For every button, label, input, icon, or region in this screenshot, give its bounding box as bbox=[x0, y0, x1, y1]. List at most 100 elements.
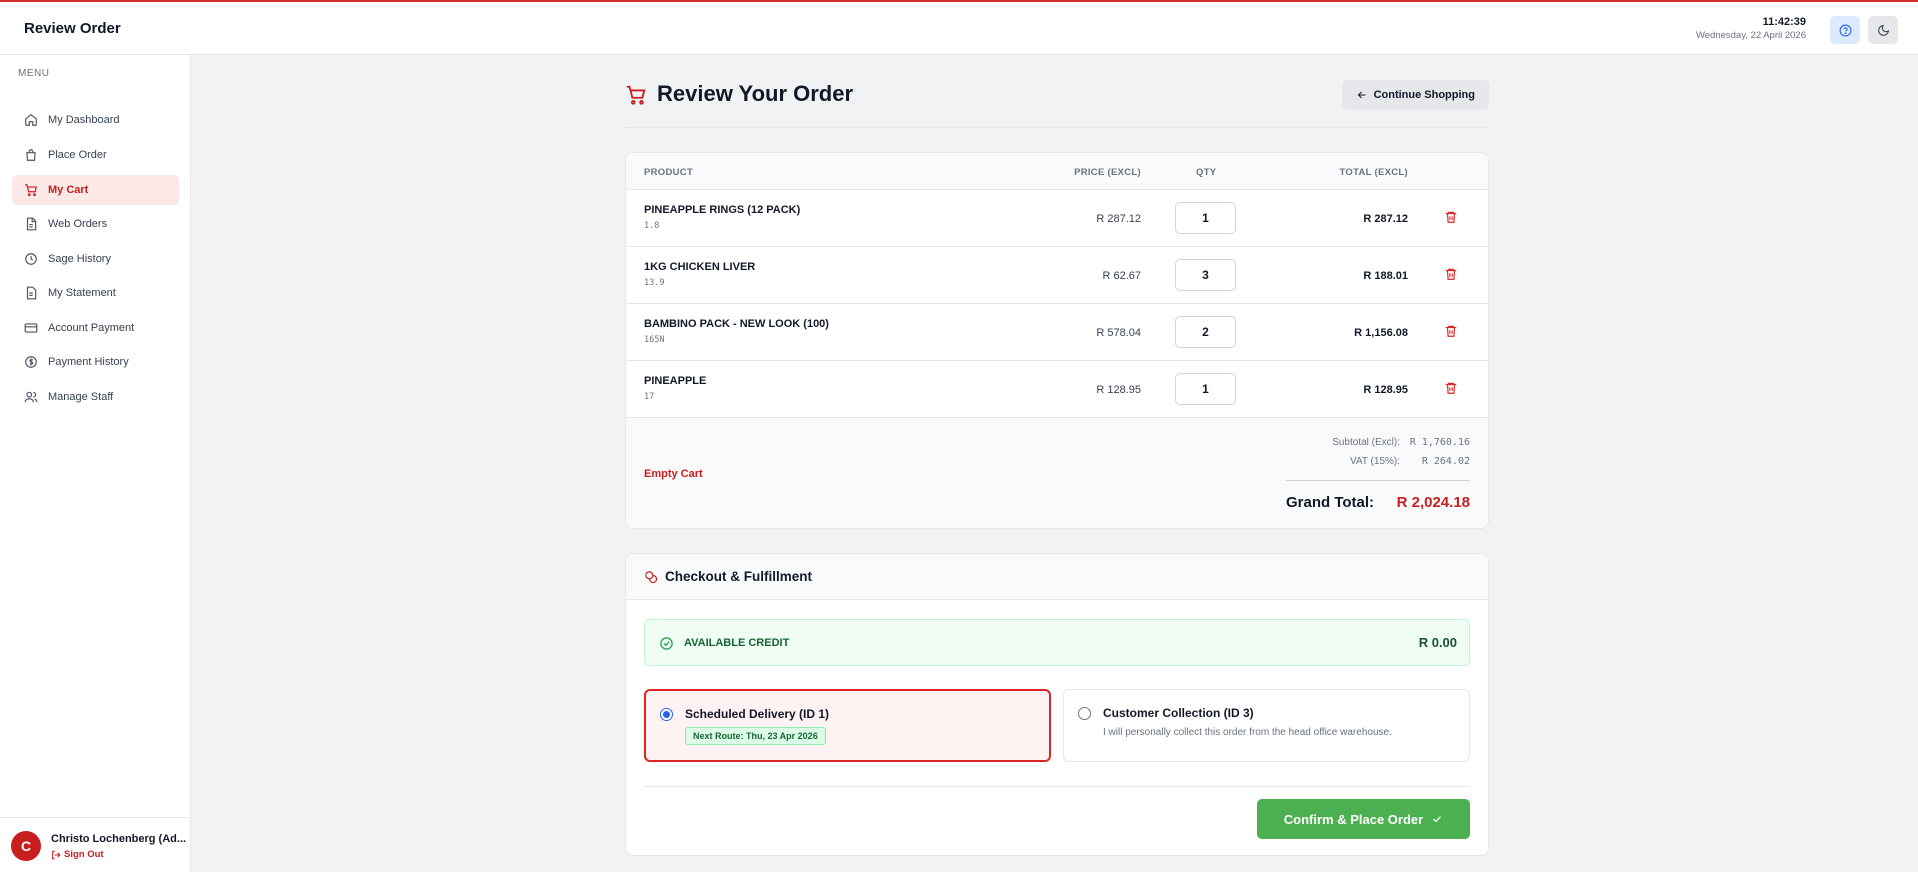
sidebar-item-account-payment[interactable]: Account Payment bbox=[12, 313, 179, 343]
option-description: I will personally collect this order fro… bbox=[1103, 727, 1392, 738]
theme-toggle-button[interactable] bbox=[1868, 16, 1898, 44]
line-total: R 128.95 bbox=[1363, 384, 1408, 396]
confirm-label: Confirm & Place Order bbox=[1283, 811, 1424, 827]
trash-icon[interactable] bbox=[1444, 267, 1458, 281]
product-name: PINEAPPLE bbox=[644, 375, 707, 387]
table-row: 1KG CHICKEN LIVER 13.9 R 62.67 3 R 188.0… bbox=[626, 247, 1488, 304]
sidebar-item-sage-history[interactable]: Sage History bbox=[12, 244, 179, 274]
cart-table: PRODUCT PRICE (EXCL) QTY TOTAL (EXCL) PI… bbox=[625, 152, 1489, 529]
sidebar: MENU My Dashboard Place Order My Cart We… bbox=[0, 55, 191, 872]
file-icon bbox=[26, 217, 37, 231]
radio-scheduled-delivery[interactable] bbox=[660, 708, 673, 721]
table-row: PINEAPPLE RINGS (12 PACK) 1.8 R 287.12 1… bbox=[626, 190, 1488, 247]
delivery-option-collection[interactable]: Customer Collection (ID 3) I will person… bbox=[1063, 689, 1470, 762]
clock: 11:42:39 Wednesday, 22 April 2026 bbox=[1696, 16, 1806, 41]
option-title: Scheduled Delivery (ID 1) bbox=[685, 707, 830, 721]
arrow-left-icon bbox=[1357, 91, 1366, 99]
checkout-header: Checkout & Fulfillment bbox=[626, 554, 1488, 600]
credit-label: AVAILABLE CREDIT bbox=[684, 637, 790, 649]
product-code: 1.8 bbox=[644, 221, 660, 231]
table-header: PRODUCT PRICE (EXCL) QTY TOTAL (EXCL) bbox=[626, 153, 1488, 190]
delivery-option-scheduled[interactable]: Scheduled Delivery (ID 1) Next Route: Th… bbox=[644, 689, 1051, 762]
column-header-price: PRICE (EXCL) bbox=[1074, 167, 1141, 178]
credit-value: R 0.00 bbox=[1418, 635, 1457, 650]
table-row: PINEAPPLE 17 R 128.95 1 R 128.95 bbox=[626, 361, 1488, 418]
sidebar-item-manage-staff[interactable]: Manage Staff bbox=[12, 382, 179, 412]
column-header-total: TOTAL (EXCL) bbox=[1339, 167, 1408, 178]
sidebar-item-my-cart[interactable]: My Cart bbox=[12, 175, 179, 205]
sidebar-item-label: My Cart bbox=[48, 184, 89, 196]
home-icon bbox=[25, 114, 37, 126]
sidebar-item-label: Account Payment bbox=[48, 322, 135, 334]
product-price: R 128.95 bbox=[1096, 384, 1141, 396]
sidebar-item-label: Place Order bbox=[48, 149, 107, 161]
coins-icon bbox=[645, 571, 658, 584]
app-title: Review Order bbox=[24, 20, 121, 37]
dollar-circle-icon bbox=[25, 356, 37, 368]
quantity-input[interactable]: 1 bbox=[1175, 202, 1236, 234]
clock-date: Wednesday, 22 April 2026 bbox=[1695, 30, 1806, 41]
check-circle-icon bbox=[660, 637, 673, 650]
radio-customer-collection[interactable] bbox=[1078, 707, 1091, 720]
checkout-title: Checkout & Fulfillment bbox=[665, 569, 813, 584]
sidebar-item-payment-history[interactable]: Payment History bbox=[12, 347, 179, 377]
user-name: Christo Lochenberg (Ad... bbox=[51, 833, 187, 845]
product-name: PINEAPPLE RINGS (12 PACK) bbox=[644, 204, 801, 216]
grand-total-label: Grand Total: bbox=[1286, 494, 1375, 511]
trash-icon[interactable] bbox=[1444, 210, 1458, 224]
trash-icon[interactable] bbox=[1444, 324, 1458, 338]
column-header-qty: QTY bbox=[1196, 167, 1217, 178]
avatar: C bbox=[11, 831, 41, 861]
sidebar-item-my-statement[interactable]: My Statement bbox=[12, 278, 179, 308]
sidebar-item-dashboard[interactable]: My Dashboard bbox=[12, 105, 179, 135]
shopping-bag-icon bbox=[26, 149, 36, 161]
users-icon bbox=[24, 391, 38, 403]
confirm-place-order-button[interactable]: Confirm & Place Order bbox=[1257, 799, 1470, 839]
cart-icon bbox=[626, 85, 646, 105]
continue-shopping-button[interactable]: Continue Shopping bbox=[1341, 80, 1489, 110]
table-row: BAMBINO PACK - NEW LOOK (100) 165N R 578… bbox=[626, 304, 1488, 361]
help-circle-icon bbox=[1839, 24, 1851, 36]
continue-shopping-label: Continue Shopping bbox=[1373, 89, 1475, 101]
summary-divider bbox=[1286, 480, 1470, 481]
page-header: Review Your Order Continue Shopping bbox=[625, 78, 1489, 128]
product-code: 17 bbox=[644, 392, 655, 402]
empty-cart-button[interactable]: Empty Cart bbox=[644, 468, 703, 480]
product-name: 1KG CHICKEN LIVER bbox=[644, 261, 756, 273]
document-icon bbox=[26, 286, 37, 300]
user-panel: C Christo Lochenberg (Ad... Sign Out bbox=[0, 817, 191, 872]
sidebar-item-label: Manage Staff bbox=[48, 391, 114, 403]
clock-time: 11:42:39 bbox=[1762, 16, 1806, 28]
subtotal-value: R 1,760.16 bbox=[1409, 437, 1470, 448]
sidebar-item-label: My Statement bbox=[48, 287, 116, 299]
line-total: R 1,156.08 bbox=[1354, 327, 1408, 339]
order-summary: Empty Cart Subtotal (Excl): R 1,760.16 V… bbox=[626, 418, 1488, 528]
top-bar: Review Order 11:42:39 Wednesday, 22 Apri… bbox=[0, 0, 1918, 55]
clock-icon bbox=[25, 253, 37, 265]
product-code: 13.9 bbox=[644, 278, 665, 288]
credit-card-icon bbox=[24, 323, 38, 333]
quantity-input[interactable]: 2 bbox=[1175, 316, 1236, 348]
trash-icon[interactable] bbox=[1444, 381, 1458, 395]
quantity-input[interactable]: 1 bbox=[1175, 373, 1236, 405]
column-header-product: PRODUCT bbox=[644, 167, 694, 178]
vat-value: R 264.02 bbox=[1421, 456, 1470, 467]
sidebar-item-web-orders[interactable]: Web Orders bbox=[12, 209, 179, 239]
checkout-divider bbox=[644, 786, 1470, 787]
sidebar-item-label: Sage History bbox=[48, 253, 111, 265]
sidebar-item-label: Payment History bbox=[48, 356, 129, 368]
grand-total-value: R 2,024.18 bbox=[1396, 494, 1470, 511]
sidebar-item-place-order[interactable]: Place Order bbox=[12, 140, 179, 170]
sidebar-item-label: Web Orders bbox=[48, 218, 108, 230]
sidebar-item-label: My Dashboard bbox=[48, 114, 120, 126]
quantity-input[interactable]: 3 bbox=[1175, 259, 1236, 291]
sign-out-label: Sign Out bbox=[64, 849, 104, 860]
check-icon bbox=[1433, 816, 1442, 823]
product-name: BAMBINO PACK - NEW LOOK (100) bbox=[644, 318, 829, 330]
checkout-panel: Checkout & Fulfillment AVAILABLE CREDIT … bbox=[625, 553, 1489, 856]
moon-icon bbox=[1877, 24, 1889, 36]
help-button[interactable] bbox=[1830, 16, 1860, 44]
sign-out-link[interactable]: Sign Out bbox=[51, 849, 104, 860]
line-total: R 188.01 bbox=[1363, 270, 1408, 282]
cart-icon bbox=[25, 184, 37, 197]
